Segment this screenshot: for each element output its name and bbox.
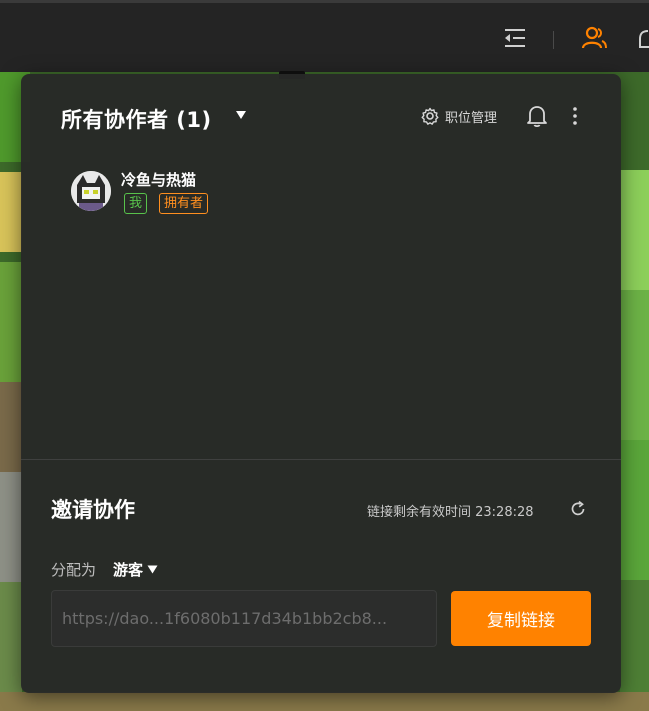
assign-as-label: 分配为 <box>51 561 97 579</box>
link-expiry-text: 链接剩余有效时间 23:28:28 <box>367 505 534 520</box>
invite-title: 邀请协作 <box>51 498 135 522</box>
copy-link-button[interactable]: 复制链接 <box>451 591 591 646</box>
partial-icon[interactable] <box>638 25 649 51</box>
role-management-button[interactable]: 职位管理 <box>421 105 497 127</box>
caret-down-icon <box>147 565 158 574</box>
toolbar-separator <box>553 31 554 49</box>
refresh-icon[interactable] <box>569 500 587 518</box>
caret-down-icon[interactable] <box>235 110 247 120</box>
more-vertical-icon[interactable] <box>566 105 584 127</box>
collapse-menu-icon[interactable] <box>502 25 528 51</box>
assign-role-value: 游客 <box>113 561 144 579</box>
member-row[interactable]: 冷鱼与热猫 我 拥有者 <box>71 168 371 214</box>
member-name: 冷鱼与热猫 <box>121 171 197 189</box>
avatar <box>71 171 111 211</box>
assign-role-dropdown[interactable]: 游客 <box>113 559 158 580</box>
section-divider <box>21 459 621 460</box>
me-badge: 我 <box>124 193 148 214</box>
role-management-label: 职位管理 <box>445 110 498 126</box>
top-toolbar <box>0 0 649 79</box>
collaborators-icon[interactable] <box>581 25 607 51</box>
invite-link-field[interactable] <box>51 590 437 647</box>
owner-badge: 拥有者 <box>159 193 209 214</box>
collaborators-panel: 所有协作者 (1) 职位管理 冷鱼与热猫 我 拥有者 邀请协作 链接剩余有效时间… <box>21 74 621 693</box>
collaborators-title[interactable]: 所有协作者 (1) <box>61 104 212 134</box>
bell-icon[interactable] <box>526 104 548 128</box>
gear-icon <box>421 107 439 125</box>
